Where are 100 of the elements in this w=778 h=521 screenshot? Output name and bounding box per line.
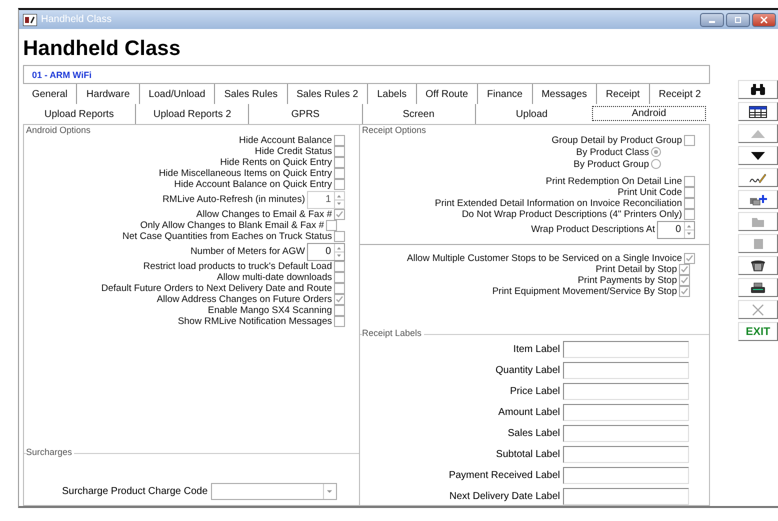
checkbox[interactable]	[679, 286, 690, 297]
group-legend: Android Options	[26, 125, 93, 135]
field-label: Payment Received Label	[448, 470, 560, 481]
tab[interactable]: Messages	[532, 84, 596, 104]
window-title: Handheld Class	[41, 14, 113, 25]
field-label: Sales Label	[508, 428, 560, 439]
checkbox[interactable]	[334, 168, 345, 179]
spinner-arrows-icon[interactable]	[684, 222, 694, 238]
tab[interactable]: Hardware	[76, 84, 139, 104]
option-label: Only Allow Changes to Blank Email & Fax #	[140, 220, 324, 231]
checkbox[interactable]	[334, 146, 345, 157]
record-name: 01 - ARM WiFi	[32, 70, 92, 80]
tab[interactable]: Finance	[477, 84, 532, 104]
tab[interactable]: GPRS	[248, 104, 362, 124]
toolbar-button[interactable]	[738, 146, 778, 165]
checkbox[interactable]	[334, 294, 345, 305]
tab[interactable]: Android	[592, 106, 706, 121]
dropdown-arrow-icon	[326, 489, 334, 494]
checkbox[interactable]	[684, 135, 695, 146]
option-label: Restrict load products to truck's Default Load	[143, 261, 332, 272]
spinner-arrows-icon[interactable]	[334, 244, 344, 260]
binoculars-icon	[749, 84, 767, 96]
input-field[interactable]	[563, 341, 689, 358]
option-label: Enable Mango SX4 Scanning	[208, 305, 332, 316]
checkbox[interactable]	[334, 157, 345, 168]
option-label: Hide Rents on Quick Entry	[220, 157, 332, 168]
up-arrow-icon	[749, 128, 767, 140]
toolbar-button[interactable]	[738, 278, 778, 297]
checkbox[interactable]	[684, 209, 695, 220]
option-label: Print Equipment Movement/Service By Stop	[492, 286, 677, 297]
tab[interactable]: Labels	[367, 84, 416, 104]
checkbox[interactable]	[684, 198, 695, 209]
checkbox[interactable]	[684, 187, 695, 198]
toolbar-button[interactable]	[738, 80, 778, 99]
minimize-button[interactable]	[700, 12, 724, 26]
option-label: Hide Credit Status	[254, 146, 332, 157]
checkbox[interactable]	[684, 176, 695, 187]
checkbox[interactable]	[326, 220, 337, 231]
input-field[interactable]	[563, 467, 689, 484]
checkbox[interactable]	[679, 275, 690, 286]
input-field[interactable]	[563, 446, 689, 463]
tab[interactable]: Screen	[362, 104, 475, 124]
field-label: Price Label	[510, 386, 560, 397]
option-label: Allow Changes to Email & Fax #	[196, 209, 332, 220]
radio-button[interactable]	[651, 147, 661, 157]
option-label: Print Extended Detail Information on Invoice Reconciliation	[434, 198, 682, 209]
input-field[interactable]	[563, 425, 689, 442]
checkbox[interactable]	[334, 316, 345, 327]
option-label: Print Payments by Stop	[578, 275, 677, 286]
option-label: Group Detail by Product Group	[552, 135, 682, 146]
tab[interactable]: Upload Reports	[23, 104, 136, 124]
spin-field[interactable]: 0	[657, 220, 695, 238]
option-label: Allow multi-date downloads	[216, 272, 332, 283]
tab[interactable]: Receipt 2	[648, 84, 710, 104]
checkbox[interactable]	[334, 283, 345, 294]
input-field[interactable]	[563, 362, 689, 379]
checkbox[interactable]	[334, 305, 345, 316]
option-label: Print Redemption On Detail Line	[546, 176, 682, 187]
option-label: Print Detail by Stop	[596, 264, 677, 275]
option-label: By Product Class	[576, 146, 649, 158]
radio-button[interactable]	[651, 159, 661, 169]
tab[interactable]: Receipt	[596, 84, 649, 104]
checkbox[interactable]	[334, 209, 345, 220]
dropdown-field[interactable]	[210, 483, 337, 500]
input-field[interactable]	[563, 404, 689, 421]
tab[interactable]: General	[23, 84, 76, 104]
tab[interactable]: Sales Rules	[214, 84, 287, 104]
maximize-icon	[733, 16, 743, 24]
option-label: Hide Miscellaneous Items on Quick Entry	[158, 168, 332, 179]
checkbox[interactable]	[334, 231, 345, 242]
toolbar-button[interactable]	[738, 168, 778, 187]
field-label: Quantity Label	[496, 365, 560, 376]
field-label: Subtotal Label	[496, 449, 560, 460]
option-label: Print Unit Code	[618, 187, 682, 198]
option-label: Number of Meters for AGW	[190, 246, 305, 257]
checkbox[interactable]	[684, 253, 695, 264]
toolbar-button[interactable]	[738, 190, 778, 209]
checkbox[interactable]	[334, 261, 345, 272]
toolbar-button[interactable]	[738, 256, 778, 275]
checkbox[interactable]	[334, 179, 345, 190]
tab[interactable]: Upload	[474, 104, 588, 124]
add-cards-icon	[749, 194, 767, 206]
tab[interactable]: Off Route	[416, 84, 478, 104]
checkbox[interactable]	[334, 272, 345, 283]
exit-button[interactable]: EXIT	[738, 322, 778, 341]
field-label: Surcharge Product Charge Code	[62, 486, 208, 497]
maximize-button[interactable]	[726, 12, 750, 26]
checkbox[interactable]	[334, 135, 345, 146]
spin-field[interactable]: 0	[307, 242, 345, 260]
input-field[interactable]	[563, 383, 689, 400]
option-label: By Product Group	[573, 158, 649, 170]
input-field[interactable]	[563, 488, 689, 505]
toolbar-button[interactable]	[738, 102, 778, 121]
tab[interactable]: Load/Unload	[138, 84, 214, 104]
page-heading: Handheld Class	[23, 36, 182, 62]
close-button[interactable]	[752, 12, 776, 26]
checkbox[interactable]	[679, 264, 690, 275]
tab[interactable]: Sales Rules 2	[286, 84, 368, 104]
folder-icon	[749, 216, 767, 228]
tab[interactable]: Upload Reports 2	[135, 104, 248, 124]
